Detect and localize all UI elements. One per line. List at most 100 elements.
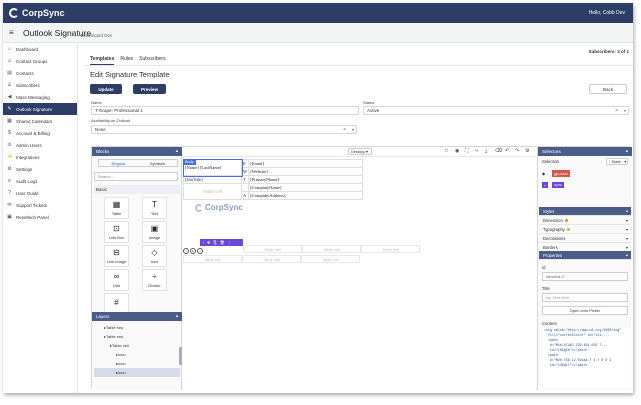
sidebar-item[interactable]: $ Account & Billing — [3, 127, 77, 139]
chevron-down-icon[interactable]: ▾ — [624, 108, 626, 113]
collapse-icon[interactable]: ▴ — [626, 208, 628, 213]
sidebar-item[interactable]: ? User Guide — [3, 187, 77, 199]
social-icon-2[interactable]: in — [190, 248, 196, 254]
layer-item[interactable]: ▸ Icon — [94, 350, 180, 359]
sidebar-item[interactable]: ☺ Contact Groups — [3, 55, 77, 67]
table-cell[interactable]: Table cell — [302, 245, 361, 253]
device-select[interactable]: Desktop ▾ — [348, 148, 372, 155]
sidebar-item[interactable]: ≡ Audit Logs — [3, 175, 77, 187]
sidebar-item[interactable]: ✎ Outlook Signature — [3, 103, 77, 115]
chevron-down-icon[interactable]: ▾ — [352, 127, 354, 132]
update-button[interactable]: Update — [90, 84, 122, 94]
sidebar-item[interactable]: ▦ Shared Calendars — [3, 115, 77, 127]
clear-icon[interactable]: × — [343, 127, 346, 133]
layer-item[interactable]: ▸ Table row — [94, 332, 180, 341]
sidebar-item[interactable]: ⚡ Integrations — [3, 151, 77, 163]
download-icon[interactable]: ⤓ — [485, 148, 487, 154]
properties-header[interactable]: Properties ▴ — [539, 251, 631, 260]
styles-header[interactable]: Styles ▴ — [539, 207, 631, 216]
app-logo[interactable]: CorpSync — [9, 7, 69, 19]
table-cell[interactable]: Table cell — [183, 183, 242, 200]
tab-templates[interactable]: Templates — [90, 56, 115, 65]
block-item[interactable]: ⊡ Link Box — [104, 221, 129, 243]
table-cell[interactable]: Table cell — [361, 245, 420, 253]
name-field[interactable]: T-Grape- Professional 1 — [91, 106, 359, 115]
sidebar-item[interactable]: ♙ Subscribers — [3, 79, 77, 91]
selected-badge[interactable]: Body — [183, 159, 196, 165]
sig-company[interactable]: [CompanyName] — [248, 183, 363, 192]
preview-button[interactable]: Preview — [133, 84, 166, 94]
sig-email[interactable]: [Email] — [248, 159, 363, 168]
blocks-header[interactable]: Blocks ▴ — [92, 147, 182, 156]
layer-item[interactable]: ▸ Icon — [94, 368, 180, 377]
block-item[interactable]: ⊟ Link Image — [104, 245, 129, 267]
trash-icon[interactable]: ⌫ — [495, 148, 502, 154]
sidebar-item[interactable]: ◀ Mass Messaging — [3, 91, 77, 103]
style-section-decorations[interactable]: Decorations ▾ — [539, 235, 631, 243]
layer-item[interactable]: ▸ Icon — [94, 359, 180, 368]
breadcrumb[interactable]: Dashboard Dev — [81, 33, 112, 38]
layer-item[interactable]: ▸ Table row — [94, 323, 180, 332]
table-cell[interactable]: Table cell — [243, 245, 302, 253]
redo-icon[interactable]: ↷ — [515, 148, 519, 154]
layers-header[interactable]: Layers ▴ — [92, 312, 182, 321]
collapse-icon[interactable]: ▴ — [626, 148, 628, 154]
fullscreen-icon[interactable]: ⛶ — [465, 148, 469, 154]
clear-icon[interactable]: × — [615, 108, 618, 114]
sig-address[interactable]: [CompanyAddress] — [248, 191, 363, 200]
title-input[interactable]: eg. Text here — [542, 293, 628, 302]
open-icon-picker-button[interactable]: Open Icon Picker — [542, 306, 628, 315]
block-item[interactable]: ▣ Image — [142, 221, 167, 243]
sidebar-item[interactable]: ⚙ Settings — [3, 163, 77, 175]
sig-phone[interactable]: [PrimaryPhone] — [248, 175, 363, 184]
selector-tag[interactable]: gjs-icon — [552, 170, 570, 177]
availability-select[interactable]: None × ▾ — [91, 125, 357, 134]
signature-table[interactable]: [Name] [LastName] E [Email] W [Website] … — [182, 158, 363, 200]
sidebar-item[interactable]: ♔ Admin Users — [3, 139, 77, 151]
tab-rules[interactable]: Rules — [120, 56, 133, 65]
move-icon[interactable]: ✥ — [207, 240, 210, 245]
status-select[interactable]: Active × ▾ — [363, 106, 629, 115]
layers-scrollbar[interactable] — [179, 347, 182, 365]
undo-icon[interactable]: ↶ — [505, 148, 509, 154]
sidebar-item[interactable]: ⌂ Dashboard — [3, 43, 77, 55]
table-cell[interactable]: Table cell — [242, 255, 301, 263]
seg-regular[interactable]: Regular — [99, 160, 138, 166]
block-item[interactable]: ◇ Icon — [142, 245, 167, 267]
blocks-search-input[interactable]: Search... — [94, 172, 178, 181]
component-toolbar[interactable]: ↑ ✥ ⎘ 🗑 ⋮ — [200, 239, 243, 246]
user-greeting[interactable]: Hello, Cobb Dev — [589, 10, 625, 16]
code-icon[interactable]: ‹› — [475, 148, 478, 154]
block-item[interactable]: T Text — [142, 197, 167, 219]
block-item[interactable]: ▦ Table — [104, 197, 129, 219]
sidebar-item[interactable]: ▤ Contacts — [3, 67, 77, 79]
signature-logo[interactable]: CorpSync — [195, 203, 243, 212]
seg-symbols[interactable]: Symbols — [138, 160, 177, 166]
class-tag[interactable]: sync — [552, 182, 564, 188]
settings-icon[interactable]: ⚙ — [525, 148, 529, 154]
arrow-up-icon[interactable]: ↑ — [202, 240, 204, 245]
back-button[interactable]: Back — [589, 84, 627, 94]
add-selector-icon[interactable]: + — [542, 182, 548, 188]
style-section-dimension[interactable]: Dimension ▾ — [539, 217, 631, 225]
copy-icon[interactable]: ⎘ — [213, 240, 216, 245]
svg-content-editor[interactable]: <svg xmlns="http://www.w3.org/2000/svg" … — [542, 328, 630, 388]
outline-icon[interactable]: □ — [445, 148, 448, 154]
collapse-icon[interactable]: ▴ — [176, 148, 178, 154]
selectors-header[interactable]: Selectors ▴ — [538, 147, 632, 156]
block-item[interactable]: ∞ Link — [104, 269, 129, 291]
collapse-icon[interactable]: ▴ — [176, 313, 178, 319]
sidebar-item[interactable]: ✉ Support Tickets — [3, 199, 77, 211]
sidebar-item[interactable]: ▣ Reseltech Panel — [3, 211, 77, 223]
more-icon[interactable]: ⋮ — [228, 240, 232, 245]
tab-subscribers[interactable]: Subscribers — [139, 56, 165, 65]
collapse-icon[interactable]: ▴ — [626, 252, 628, 257]
id-input[interactable]: Iamneid-3 — [542, 272, 628, 281]
sig-website[interactable]: [Website] — [248, 167, 363, 176]
basic-group[interactable]: Basic — [94, 185, 180, 194]
table-cell[interactable]: Table cell — [301, 255, 360, 263]
eye-icon[interactable]: ◉ — [455, 148, 459, 154]
social-icon-3[interactable]: t — [197, 248, 203, 254]
delete-icon[interactable]: 🗑 — [220, 240, 225, 245]
table-cell[interactable]: Table cell — [183, 255, 242, 263]
